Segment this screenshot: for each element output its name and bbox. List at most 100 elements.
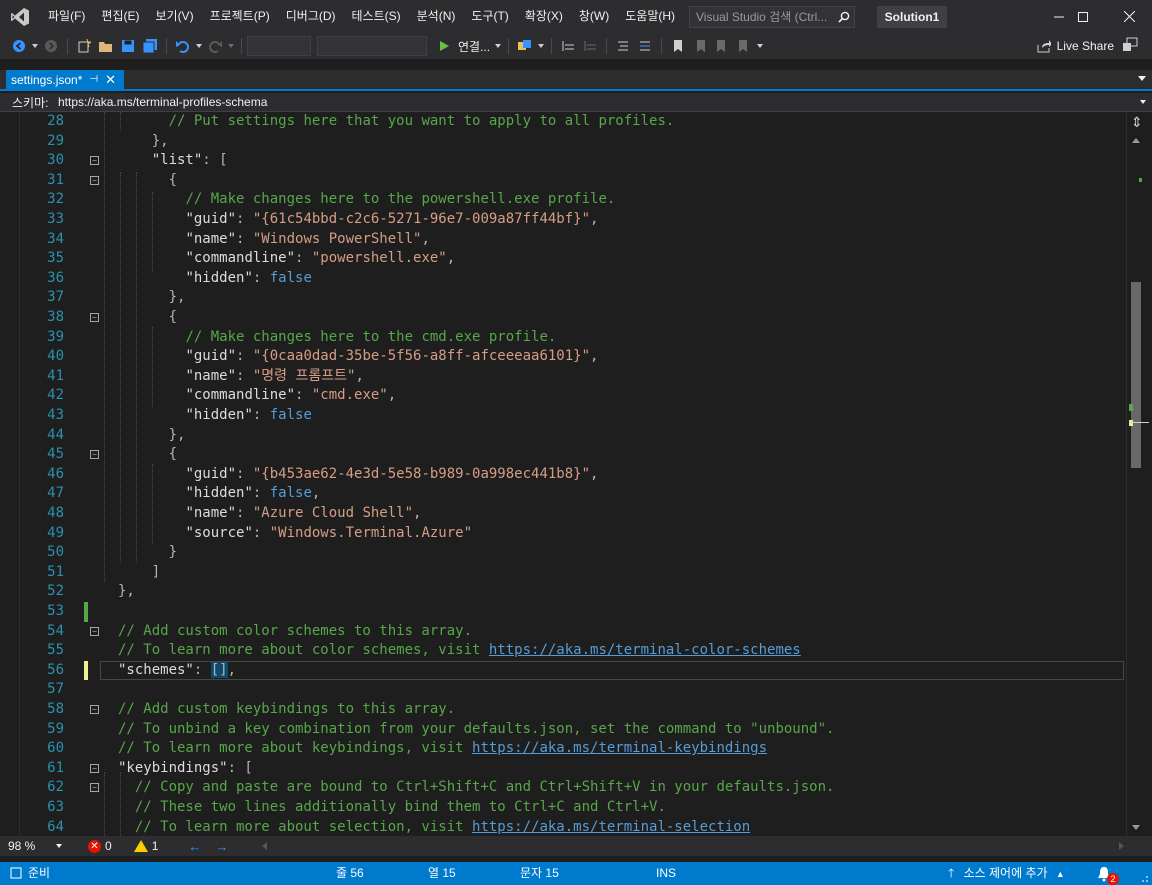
- code-line[interactable]: 57: [0, 680, 1126, 700]
- code-line[interactable]: 61 − "keybindings": [: [0, 759, 1126, 779]
- code-line[interactable]: 34 "name": "Windows PowerShell",: [0, 230, 1126, 250]
- dropdown-arrow-icon[interactable]: [536, 35, 546, 57]
- menu-item[interactable]: 파일(F): [40, 0, 93, 33]
- collapse-region-icon[interactable]: −: [90, 156, 99, 166]
- code-line[interactable]: 42 "commandline": "cmd.exe",: [0, 386, 1126, 406]
- search-icon[interactable]: [834, 11, 854, 23]
- close-window-button[interactable]: [1106, 0, 1152, 33]
- open-file-icon[interactable]: [95, 35, 117, 57]
- previous-issue-icon[interactable]: ←: [188, 839, 201, 854]
- code-line[interactable]: 31 − {: [0, 171, 1126, 191]
- scroll-left-icon[interactable]: [262, 842, 267, 850]
- code-line[interactable]: 59 // To unbind a key combination from yo…: [0, 720, 1126, 740]
- solution-name[interactable]: Solution1: [877, 5, 948, 28]
- tab-list-dropdown-icon[interactable]: [1138, 76, 1146, 81]
- dropdown-arrow-icon[interactable]: [493, 35, 503, 57]
- menu-item[interactable]: 확장(X): [517, 0, 571, 33]
- zoom-dropdown-icon[interactable]: [56, 844, 62, 848]
- code-line[interactable]: 37 },: [0, 288, 1126, 308]
- warning-count[interactable]: 1: [133, 839, 158, 853]
- collapse-region-icon[interactable]: −: [90, 450, 99, 460]
- code-line[interactable]: 63 // These two lines additionally bind …: [0, 798, 1126, 818]
- code-line[interactable]: 44 },: [0, 426, 1126, 446]
- feedback-icon[interactable]: [1122, 37, 1138, 56]
- code-line[interactable]: 30 − "list": [: [0, 151, 1126, 171]
- configuration-combo[interactable]: [247, 36, 311, 56]
- maximize-button[interactable]: [1060, 0, 1106, 33]
- close-tab-icon[interactable]: ✕: [105, 72, 116, 88]
- scrollbar-thumb[interactable]: [1131, 282, 1141, 468]
- comment-lines-icon[interactable]: [612, 35, 634, 57]
- next-bookmark-icon[interactable]: [711, 35, 733, 57]
- code-line[interactable]: 36 "hidden": false: [0, 269, 1126, 289]
- menu-item[interactable]: 편집(E): [93, 0, 147, 33]
- collapse-region-icon[interactable]: −: [90, 175, 99, 185]
- toolbar-options-icon[interactable]: [755, 35, 765, 57]
- code-line[interactable]: 48 "name": "Azure Cloud Shell",: [0, 504, 1126, 524]
- horizontal-scrollbar[interactable]: [262, 840, 1124, 852]
- start-debug-icon[interactable]: [433, 35, 455, 57]
- code-line[interactable]: 35 "commandline": "powershell.exe",: [0, 249, 1126, 269]
- navigate-forward-icon[interactable]: [40, 35, 62, 57]
- dropdown-arrow-icon[interactable]: [30, 35, 40, 57]
- browser-link-icon[interactable]: [514, 35, 536, 57]
- step-over-icon[interactable]: [579, 35, 601, 57]
- menu-item[interactable]: 보기(V): [147, 0, 201, 33]
- dropdown-arrow-icon[interactable]: [226, 35, 236, 57]
- code-line[interactable]: 28 // Put settings here that you want to…: [0, 112, 1126, 132]
- code-line[interactable]: 53: [0, 602, 1126, 622]
- code-line[interactable]: 64 // To learn more about selection, vis…: [0, 818, 1126, 836]
- uncomment-lines-icon[interactable]: [634, 35, 656, 57]
- notifications-button[interactable]: 2: [1096, 866, 1119, 885]
- code-line[interactable]: 54 − // Add custom color schemes to this a…: [0, 622, 1126, 642]
- vertical-scrollbar[interactable]: ⇕: [1126, 112, 1152, 836]
- status-line[interactable]: 줄 56: [336, 862, 364, 885]
- tab-settings-json[interactable]: settings.json* ⊣ ✕: [6, 70, 124, 89]
- code-line[interactable]: 50 }: [0, 543, 1126, 563]
- navigate-back-icon[interactable]: [8, 35, 30, 57]
- code-line[interactable]: 32 // Make changes here to the powershel…: [0, 190, 1126, 210]
- code-line[interactable]: 56 "schemes": [],: [0, 660, 1126, 681]
- new-project-icon[interactable]: [73, 35, 95, 57]
- json-schema-bar[interactable]: 스키마: https://aka.ms/terminal-profiles-sc…: [0, 93, 1152, 112]
- code-line[interactable]: 58 − // Add custom keybindings to this arr…: [0, 700, 1126, 720]
- scroll-right-icon[interactable]: [1119, 842, 1124, 850]
- save-all-icon[interactable]: [139, 35, 161, 57]
- live-share-button[interactable]: Live Share: [1037, 35, 1114, 57]
- dropdown-arrow-icon[interactable]: [194, 35, 204, 57]
- collapse-region-icon[interactable]: −: [90, 313, 99, 322]
- previous-bookmark-icon[interactable]: [689, 35, 711, 57]
- collapse-region-icon[interactable]: −: [90, 626, 99, 636]
- visual-studio-logo-icon[interactable]: [0, 0, 40, 33]
- code-line[interactable]: 49 "source": "Windows.Terminal.Azure": [0, 524, 1126, 544]
- code-line[interactable]: 51 ]: [0, 563, 1126, 583]
- code-line[interactable]: 47 "hidden": false,: [0, 484, 1126, 504]
- code-line[interactable]: 62 − // Copy and paste are bound to Ctrl+…: [0, 778, 1126, 798]
- resize-grip-icon[interactable]: [1139, 872, 1149, 882]
- split-editor-icon[interactable]: ⇕: [1131, 114, 1143, 131]
- menu-item[interactable]: 창(W): [571, 0, 617, 33]
- status-char[interactable]: 문자 15: [520, 862, 559, 885]
- code-line[interactable]: 46 "guid": "{b453ae62-4e3d-5e58-b989-0a9…: [0, 465, 1126, 485]
- menu-item[interactable]: 프로젝트(P): [202, 0, 278, 33]
- collapse-region-icon[interactable]: −: [90, 783, 99, 793]
- code-editor[interactable]: 28 // Put settings here that you want to…: [0, 112, 1126, 836]
- code-line[interactable]: 33 "guid": "{61c54bbd-c2c6-5271-96e7-009…: [0, 210, 1126, 230]
- menu-item[interactable]: 도구(T): [463, 0, 516, 33]
- collapse-region-icon[interactable]: −: [90, 763, 99, 773]
- error-count[interactable]: ✕ 0: [88, 839, 112, 853]
- redo-icon[interactable]: [204, 35, 226, 57]
- code-line[interactable]: 43 "hidden": false: [0, 406, 1126, 426]
- collapse-region-icon[interactable]: −: [90, 705, 99, 714]
- menu-item[interactable]: 디버그(D): [278, 0, 344, 33]
- menu-item[interactable]: 분석(N): [409, 0, 464, 33]
- menu-item[interactable]: 도움말(H): [617, 0, 683, 33]
- search-input[interactable]: Visual Studio 검색 (Ctrl...: [689, 5, 856, 28]
- schema-dropdown-icon[interactable]: [1140, 100, 1146, 104]
- menu-item[interactable]: 테스트(S): [344, 0, 409, 33]
- code-line[interactable]: 60 // To learn more about keybindings, vi…: [0, 739, 1126, 759]
- zoom-combo[interactable]: 98 %: [0, 837, 66, 855]
- save-icon[interactable]: [117, 35, 139, 57]
- undo-icon[interactable]: [172, 35, 194, 57]
- clear-bookmarks-icon[interactable]: [733, 35, 755, 57]
